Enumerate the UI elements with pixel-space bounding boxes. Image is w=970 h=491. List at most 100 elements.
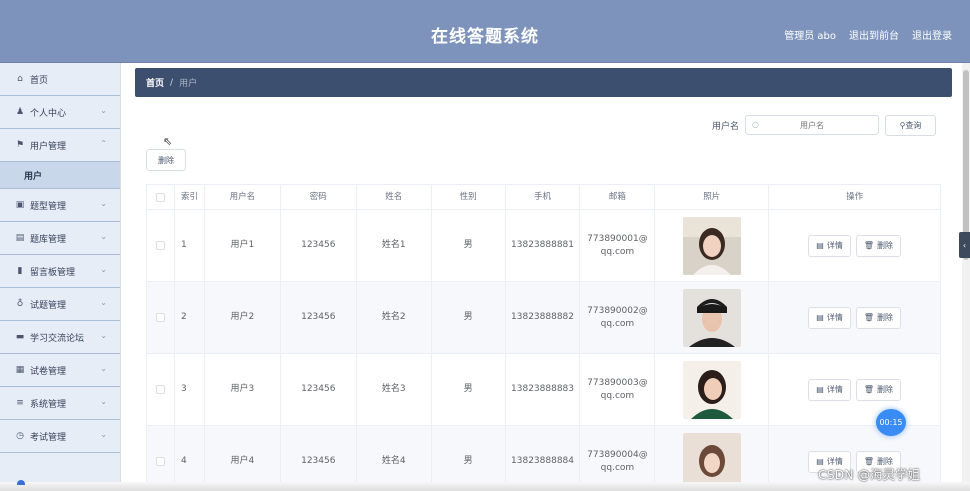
- top-header: 在线答题系统 管理员 abo 退出到前台 退出登录: [0, 0, 970, 63]
- breadcrumb-separator: /: [170, 77, 174, 88]
- user-photo: [682, 360, 741, 419]
- cell-phone: 13823888883: [506, 354, 581, 425]
- cell-username: 用户3: [205, 354, 281, 425]
- status-dot-icon: [17, 480, 25, 485]
- cell-name: 姓名2: [357, 282, 432, 353]
- search-box[interactable]: ○: [745, 115, 879, 135]
- sidebar-item-label: 用户管理: [30, 141, 67, 152]
- cell-username: 用户2: [205, 282, 281, 353]
- detail-label: 详情: [826, 313, 843, 322]
- sidebar-item-exam-management[interactable]: ◷ 考试管理 ⌄: [0, 420, 120, 453]
- delete-label: 删除: [877, 313, 893, 322]
- header-select-all[interactable]: [147, 185, 175, 209]
- cell-actions: ▤ 详情 🗑 删除: [769, 210, 942, 281]
- cell-gender: 男: [432, 354, 506, 425]
- cell-gender: 男: [432, 282, 506, 353]
- cell-password: 123456: [281, 210, 357, 281]
- delete-button[interactable]: 🗑 删除: [855, 378, 901, 401]
- logout-link[interactable]: 退出登录: [912, 27, 952, 42]
- chat-icon: ▬: [15, 332, 25, 342]
- chevron-down-icon: ⌄: [100, 364, 107, 373]
- sidebar-item-label: 系统管理: [30, 399, 67, 410]
- cell-gender: 男: [432, 210, 506, 281]
- document-icon: ▤: [816, 241, 824, 250]
- chevron-down-icon: ⌄: [100, 397, 107, 406]
- sidebar-item-label: 试卷管理: [30, 366, 67, 377]
- sidebar-item-forum[interactable]: ▬ 学习交流论坛 ⌄: [0, 321, 120, 354]
- header-actions: 管理员 abo 退出到前台 退出登录: [784, 27, 952, 42]
- back-to-front-link[interactable]: 退出到前台: [849, 27, 899, 42]
- list-icon: ≡: [16, 398, 24, 408]
- breadcrumb-home[interactable]: 首页: [146, 76, 164, 89]
- search-label: 用户名: [711, 121, 739, 132]
- cell-password: 123456: [281, 282, 357, 353]
- delete-label: 删除: [877, 385, 893, 394]
- sidebar-subitem-users[interactable]: 用户: [0, 162, 120, 189]
- header-cell: 用户名: [205, 185, 281, 209]
- detail-button[interactable]: ▤ 详情: [808, 378, 851, 401]
- sidebar-item-system[interactable]: ≡ 系统管理 ⌄: [0, 387, 120, 420]
- checkbox[interactable]: [155, 457, 165, 466]
- cell-password: 123456: [281, 354, 357, 425]
- sidebar-item-home[interactable]: ⌂ 首页: [0, 63, 120, 96]
- cell-index: 3: [175, 354, 205, 425]
- trash-icon: 🗑: [863, 241, 874, 250]
- chevron-up-icon: ⌃: [100, 139, 107, 148]
- chevron-down-icon: ⌄: [100, 298, 107, 307]
- bulk-delete-button[interactable]: 删除: [146, 149, 186, 171]
- mouse-cursor-icon: ⇖: [163, 135, 173, 148]
- chevron-down-icon: ⌄: [100, 106, 107, 115]
- sidebar-item-question-types[interactable]: ▣ 题型管理 ⌄: [0, 189, 120, 222]
- sidebar-item-personal-center[interactable]: ♟ 个人中心 ⌄: [0, 96, 120, 129]
- delete-button[interactable]: 🗑 删除: [855, 234, 901, 257]
- sidebar-item-exam-papers[interactable]: ▦ 试卷管理 ⌄: [0, 354, 120, 387]
- doc-icon: ▦: [15, 365, 25, 375]
- sidebar-item-message-board[interactable]: ▮ 留言板管理 ⌄: [0, 255, 120, 288]
- chevron-down-icon: ⌄: [100, 232, 107, 241]
- header-cell: 邮箱: [580, 185, 656, 209]
- delete-button[interactable]: 🗑 删除: [855, 306, 901, 329]
- cell-index: 2: [175, 282, 205, 353]
- cell-phone: 13823888881: [506, 210, 581, 281]
- cell-name: 姓名3: [357, 354, 432, 425]
- side-collapse-tab[interactable]: ‹: [959, 232, 970, 258]
- timer-badge[interactable]: 00:15: [876, 409, 906, 436]
- detail-button[interactable]: ▤ 详情: [808, 234, 851, 257]
- sidebar-item-user-management[interactable]: ⚑ 用户管理 ⌃: [0, 129, 120, 162]
- checkbox[interactable]: [155, 385, 165, 394]
- search-bar: 用户名 ○: [712, 115, 879, 135]
- chevron-down-icon: ⌄: [100, 430, 107, 439]
- mic-icon: ♁: [16, 299, 24, 309]
- table-row: 1 用户1 123456 姓名1 男 13823888881 773890001…: [147, 210, 942, 282]
- user-photo: [682, 288, 741, 347]
- user-icon: ♟: [15, 107, 25, 117]
- chevron-down-icon: ⌄: [100, 265, 107, 274]
- table-header-row: 索引 用户名 密码 姓名 性别 手机 邮箱 照片 操作: [147, 185, 942, 210]
- cell-index: 1: [175, 210, 205, 281]
- cell-username: 用户1: [205, 210, 281, 281]
- clock-icon: ◷: [16, 431, 24, 441]
- header-cell: 密码: [281, 185, 357, 209]
- cell-photo: [655, 354, 770, 425]
- checkbox[interactable]: [155, 313, 165, 322]
- cell-phone: 13823888882: [506, 282, 581, 353]
- document-icon: ▤: [816, 385, 824, 394]
- username-search-input[interactable]: [746, 120, 878, 130]
- header-cell: 索引: [175, 185, 205, 209]
- search-button[interactable]: ⚲ 查询: [885, 115, 936, 136]
- header-cell: 手机: [506, 185, 581, 209]
- sidebar-item-exam-questions[interactable]: ♁ 试题管理 ⌄: [0, 288, 120, 321]
- detail-button[interactable]: ▤ 详情: [808, 306, 851, 329]
- sidebar-item-label: 题型管理: [30, 201, 67, 212]
- sidebar-item-question-bank[interactable]: ▤ 题库管理 ⌄: [0, 222, 120, 255]
- row-select: [147, 354, 175, 425]
- chart-icon: ▮: [17, 266, 23, 276]
- delete-label: 删除: [877, 241, 893, 250]
- sidebar-item-label: 个人中心: [30, 108, 67, 119]
- detail-label: 详情: [826, 241, 843, 250]
- table-row: 2 用户2 123456 姓名2 男 13823888882 773890002…: [147, 282, 942, 354]
- checkbox[interactable]: [155, 192, 165, 202]
- box-icon: ▣: [15, 200, 25, 210]
- checkbox[interactable]: [155, 241, 165, 250]
- breadcrumb: 首页 / 用户: [135, 68, 952, 97]
